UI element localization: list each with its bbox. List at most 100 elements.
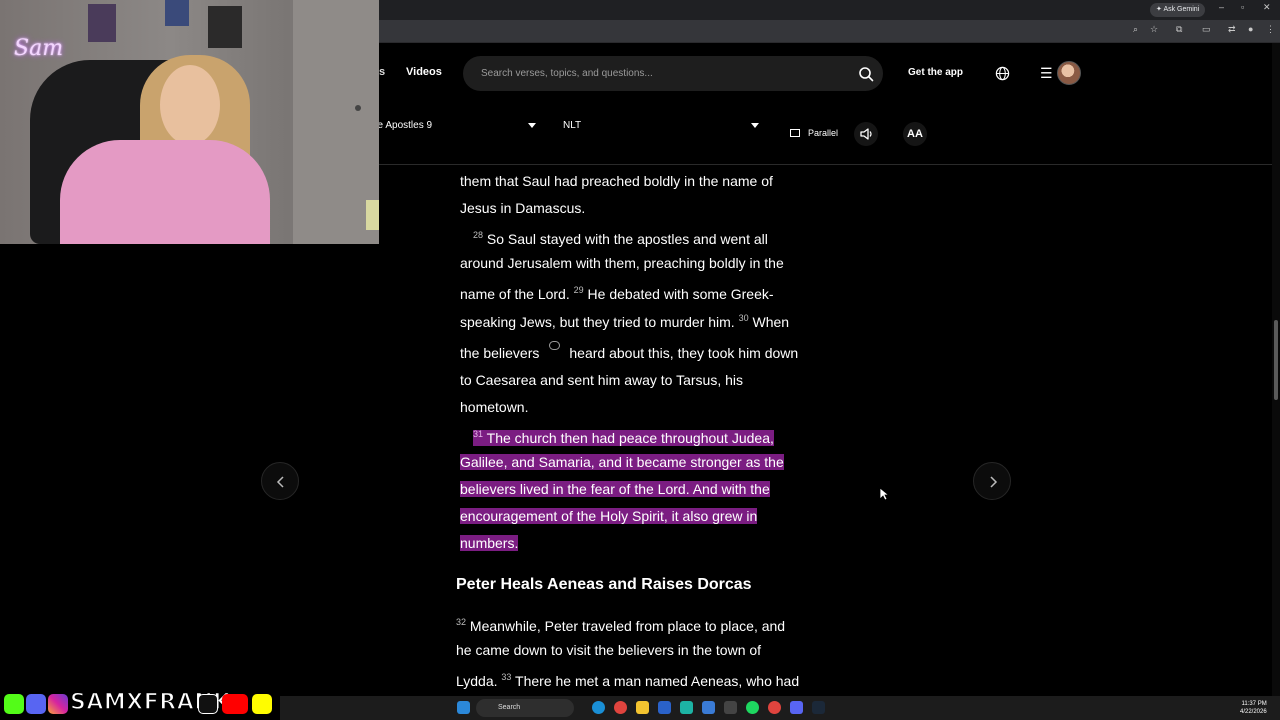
verse-text: name of the Lord. xyxy=(460,286,574,302)
verse-text: Galilee, and Samaria, and it became stro… xyxy=(460,454,784,470)
chrome-icon[interactable] xyxy=(768,701,781,714)
book-chapter-label: he Apostles 9 xyxy=(372,120,433,131)
verse-text: to Caesarea and sent him away to Tarsus,… xyxy=(460,372,744,388)
search-bar[interactable]: Search verses, topics, and questions... xyxy=(463,56,883,91)
next-chapter-button[interactable] xyxy=(973,462,1011,500)
snapchat-icon xyxy=(252,694,272,714)
minimize-button[interactable]: – xyxy=(1219,2,1224,12)
chevron-down-icon xyxy=(751,123,759,128)
verse-text: Lydda. xyxy=(456,673,502,689)
spotify-icon[interactable] xyxy=(746,701,759,714)
verse-text: them that Saul had preached boldly in th… xyxy=(460,173,773,189)
parallel-icon xyxy=(790,129,800,137)
search-input[interactable]: Search verses, topics, and questions... xyxy=(481,68,653,79)
font-size-label: AA xyxy=(907,128,923,140)
user-avatar[interactable] xyxy=(1057,61,1081,85)
verse-number: 30 xyxy=(738,313,749,323)
taskbar-search[interactable]: Search xyxy=(476,699,574,717)
translate-icon[interactable]: ⇄ xyxy=(1228,24,1236,35)
verse-text: He debated with some Greek- xyxy=(583,286,774,302)
page-scrollbar[interactable] xyxy=(1272,43,1280,696)
youtube-icon xyxy=(222,694,248,714)
verse-line[interactable]: name of the Lord. 29 He debated with som… xyxy=(460,281,774,303)
taskbar: Search 11:37 PM 4/22/2026 xyxy=(280,696,1280,720)
nav-link-videos[interactable]: Videos xyxy=(406,66,442,78)
nav-link-fragment[interactable]: s xyxy=(379,66,385,78)
mouse-cursor-icon xyxy=(879,487,889,501)
highlighted-verse-line[interactable]: encouragement of the Holy Spirit, it als… xyxy=(460,507,758,525)
note-icon[interactable] xyxy=(549,341,560,350)
chrome-icon[interactable] xyxy=(614,701,627,714)
verse-text: around Jerusalem with them, preaching bo… xyxy=(460,255,784,271)
windows-start-icon[interactable] xyxy=(457,701,470,714)
verse-line[interactable]: 28 So Saul stayed with the apostles and … xyxy=(473,226,768,248)
verse-line[interactable]: he came down to visit the believers in t… xyxy=(456,641,761,659)
profile-icon[interactable]: ● xyxy=(1248,24,1253,34)
verse-line[interactable]: speaking Jews, but they tried to murder … xyxy=(460,309,789,331)
highlighted-verse-line[interactable]: believers lived in the fear of the Lord.… xyxy=(460,480,770,498)
sidebar-icon[interactable]: ▭ xyxy=(1202,24,1211,35)
search-icon[interactable] xyxy=(858,66,874,82)
verse-number: 32 xyxy=(456,617,467,627)
verse-text: When xyxy=(748,314,790,330)
verse-line[interactable]: them that Saul had preached boldly in th… xyxy=(460,172,773,190)
parallel-label: Parallel xyxy=(808,128,839,138)
verse-text: Jesus in Damascus. xyxy=(460,200,586,216)
parallel-button[interactable]: Parallel xyxy=(790,128,838,138)
hamburger-menu-icon[interactable]: ☰ xyxy=(1040,66,1053,80)
verse-line[interactable]: Lydda. 33 There he met a man named Aenea… xyxy=(456,668,799,690)
verse-number: 31 xyxy=(473,429,484,439)
verse-number: 29 xyxy=(573,285,584,295)
bookmark-star-icon[interactable]: ☆ xyxy=(1150,24,1158,35)
audio-button[interactable] xyxy=(854,122,878,146)
verse-number: 33 xyxy=(501,672,512,682)
verse-text: believers lived in the fear of the Lord.… xyxy=(460,481,770,497)
verse-text: heard about this, they took him down xyxy=(569,345,799,361)
screen: ✦ Ask Gemini – ▫ ✕ ⌕ ☆ ⧉ ▭ ⇄ ● ⋮ s Video… xyxy=(0,0,1280,720)
highlighted-verse-line[interactable]: 31 The church then had peace throughout … xyxy=(473,425,774,447)
ask-gemini-label: Ask Gemini xyxy=(1163,6,1200,13)
verse-line[interactable]: Jesus in Damascus. xyxy=(460,199,585,217)
webcam-feed: Sam xyxy=(0,0,379,244)
app-icon[interactable] xyxy=(658,701,671,714)
version-dropdown[interactable]: NLT xyxy=(563,120,765,136)
verse-text: encouragement of the Holy Spirit, it als… xyxy=(460,508,758,524)
kick-icon xyxy=(4,694,24,714)
chevron-right-icon xyxy=(990,476,998,488)
scrollbar-thumb[interactable] xyxy=(1274,320,1278,400)
globe-icon[interactable] xyxy=(995,66,1010,81)
discord-icon[interactable] xyxy=(790,701,803,714)
app-icon[interactable] xyxy=(680,701,693,714)
streamer-logo: Sam xyxy=(14,36,64,61)
edge-icon[interactable] xyxy=(592,701,605,714)
verse-line[interactable]: around Jerusalem with them, preaching bo… xyxy=(460,254,784,272)
section-heading: Peter Heals Aeneas and Raises Dorcas xyxy=(456,576,752,593)
book-chapter-dropdown[interactable]: he Apostles 9 xyxy=(372,120,542,136)
app-icon[interactable] xyxy=(724,701,737,714)
version-label: NLT xyxy=(563,120,582,131)
file-explorer-icon[interactable] xyxy=(636,701,649,714)
browser-menu-icon[interactable]: ⋮ xyxy=(1266,24,1275,35)
get-the-app-link[interactable]: Get the app xyxy=(908,67,963,78)
verse-line[interactable]: 32 Meanwhile, Peter traveled from place … xyxy=(456,613,785,635)
previous-chapter-button[interactable] xyxy=(261,462,299,500)
verse-text: So Saul stayed with the apostles and wen… xyxy=(483,231,768,247)
font-size-button[interactable]: AA xyxy=(903,122,927,146)
verse-text: Meanwhile, Peter traveled from place to … xyxy=(466,618,786,634)
ask-gemini-button[interactable]: ✦ Ask Gemini xyxy=(1150,3,1206,17)
extensions-icon[interactable]: ⧉ xyxy=(1176,24,1182,35)
chevron-left-icon xyxy=(276,476,284,488)
app-icon[interactable] xyxy=(702,701,715,714)
verse-number: 28 xyxy=(473,230,484,240)
verse-line[interactable]: hometown. xyxy=(460,398,528,416)
highlighted-verse-line[interactable]: numbers. xyxy=(460,534,519,552)
zoom-icon[interactable]: ⌕ xyxy=(1133,24,1138,35)
maximize-button[interactable]: ▫ xyxy=(1241,2,1244,12)
highlighted-verse-line[interactable]: Galilee, and Samaria, and it became stro… xyxy=(460,453,784,471)
instagram-icon xyxy=(48,694,68,714)
close-window-button[interactable]: ✕ xyxy=(1263,2,1271,13)
verse-line[interactable]: to Caesarea and sent him away to Tarsus,… xyxy=(460,371,743,389)
verse-line[interactable]: the believers heard about this, they took… xyxy=(460,344,798,362)
steam-icon[interactable] xyxy=(812,701,825,714)
verse-text: speaking Jews, but they tried to murder … xyxy=(460,314,739,330)
